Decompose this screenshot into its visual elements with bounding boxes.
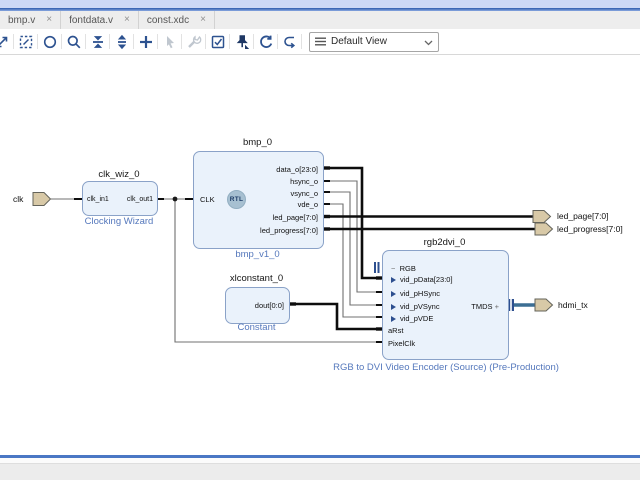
rtl-badge: RTL bbox=[227, 190, 246, 209]
port-vid-phsync[interactable]: vid_pHSync bbox=[391, 289, 440, 298]
expand-plus-icon[interactable]: + bbox=[495, 302, 499, 311]
port-data-o[interactable]: data_o[23:0] bbox=[276, 165, 318, 174]
rgb-interface-pin-icon[interactable] bbox=[374, 262, 380, 273]
subport-arrow-icon bbox=[391, 316, 396, 322]
subport-arrow-icon bbox=[391, 277, 396, 283]
block-subtitle-xlconstant: Constant bbox=[225, 322, 288, 333]
port-tmds[interactable]: TMDS + bbox=[471, 302, 499, 311]
external-port-label-clk[interactable]: clk bbox=[13, 194, 23, 204]
net-vsync[interactable] bbox=[330, 192, 376, 305]
block-clk-wiz-0[interactable]: clk_in1 clk_out1 bbox=[82, 181, 158, 216]
port-dout[interactable]: dout[0:0] bbox=[255, 301, 284, 310]
clk-port-symbol[interactable] bbox=[33, 193, 51, 206]
vivado-block-design-window: bmp.v × fontdata.v × const.xdc × bbox=[0, 0, 640, 480]
block-title-bmp: bmp_0 bbox=[193, 137, 322, 148]
tmds-label: TMDS bbox=[471, 302, 492, 311]
net-junction-dot bbox=[173, 197, 178, 202]
block-rgb2dvi-0[interactable]: − RGB vid_pData[23:0] vid_pHSync vid_pVS… bbox=[382, 250, 509, 360]
port-pixelclk[interactable]: PixelClk bbox=[388, 339, 415, 348]
hdmi-tx-port-symbol[interactable] bbox=[535, 299, 553, 311]
net-hsync[interactable] bbox=[330, 181, 376, 292]
port-vid-pvde[interactable]: vid_pVDE bbox=[391, 314, 433, 323]
external-port-label-led-progress[interactable]: led_progress[7:0] bbox=[557, 224, 623, 234]
led-progress-port-symbol[interactable] bbox=[535, 223, 553, 235]
subport-label: vid_pVSync bbox=[400, 302, 440, 311]
subport-label: vid_pVDE bbox=[400, 314, 433, 323]
block-subtitle-clk-wiz: Clocking Wizard bbox=[62, 216, 176, 227]
subport-label: vid_pData[23:0] bbox=[400, 275, 453, 284]
subport-arrow-icon bbox=[391, 291, 396, 297]
collapse-minus-icon[interactable]: − bbox=[391, 264, 395, 273]
net-vde[interactable] bbox=[330, 204, 376, 317]
port-arst[interactable]: aRst bbox=[388, 326, 403, 335]
block-subtitle-rgb2dvi: RGB to DVI Video Encoder (Source) (Pre-P… bbox=[324, 362, 568, 373]
port-vid-pvsync[interactable]: vid_pVSync bbox=[391, 302, 440, 311]
led-page-port-symbol[interactable] bbox=[533, 211, 551, 223]
external-port-label-led-page[interactable]: led_page[7:0] bbox=[557, 211, 609, 221]
port-led-page[interactable]: led_page[7:0] bbox=[273, 213, 318, 222]
port-clk[interactable]: CLK bbox=[200, 195, 215, 204]
rgb-interface-label: RGB bbox=[400, 264, 416, 273]
subport-arrow-icon bbox=[391, 304, 396, 310]
block-title-xlconstant: xlconstant_0 bbox=[225, 273, 288, 284]
port-clk-out1[interactable]: clk_out1 bbox=[127, 195, 153, 204]
subport-label: vid_pHSync bbox=[400, 289, 440, 298]
port-vid-pdata[interactable]: vid_pData[23:0] bbox=[391, 275, 453, 284]
net-data-o[interactable] bbox=[330, 168, 376, 278]
port-rgb-interface[interactable]: − RGB bbox=[391, 264, 416, 273]
port-clk-in1[interactable]: clk_in1 bbox=[87, 195, 109, 204]
port-hsync-o[interactable]: hsync_o bbox=[290, 177, 318, 186]
port-led-progress[interactable]: led_progress[7:0] bbox=[260, 226, 318, 235]
block-xlconstant-0[interactable]: dout[0:0] bbox=[225, 287, 290, 324]
block-subtitle-bmp: bmp_v1_0 bbox=[193, 249, 322, 260]
block-bmp-0[interactable]: CLK RTL data_o[23:0] hsync_o vsync_o vde… bbox=[193, 151, 324, 249]
external-port-label-hdmi-tx[interactable]: hdmi_tx bbox=[558, 300, 588, 310]
block-title-clk-wiz: clk_wiz_0 bbox=[82, 169, 156, 180]
port-vsync-o[interactable]: vsync_o bbox=[290, 189, 318, 198]
block-title-rgb2dvi: rgb2dvi_0 bbox=[382, 237, 507, 248]
port-vde-o[interactable]: vde_o bbox=[298, 200, 318, 209]
